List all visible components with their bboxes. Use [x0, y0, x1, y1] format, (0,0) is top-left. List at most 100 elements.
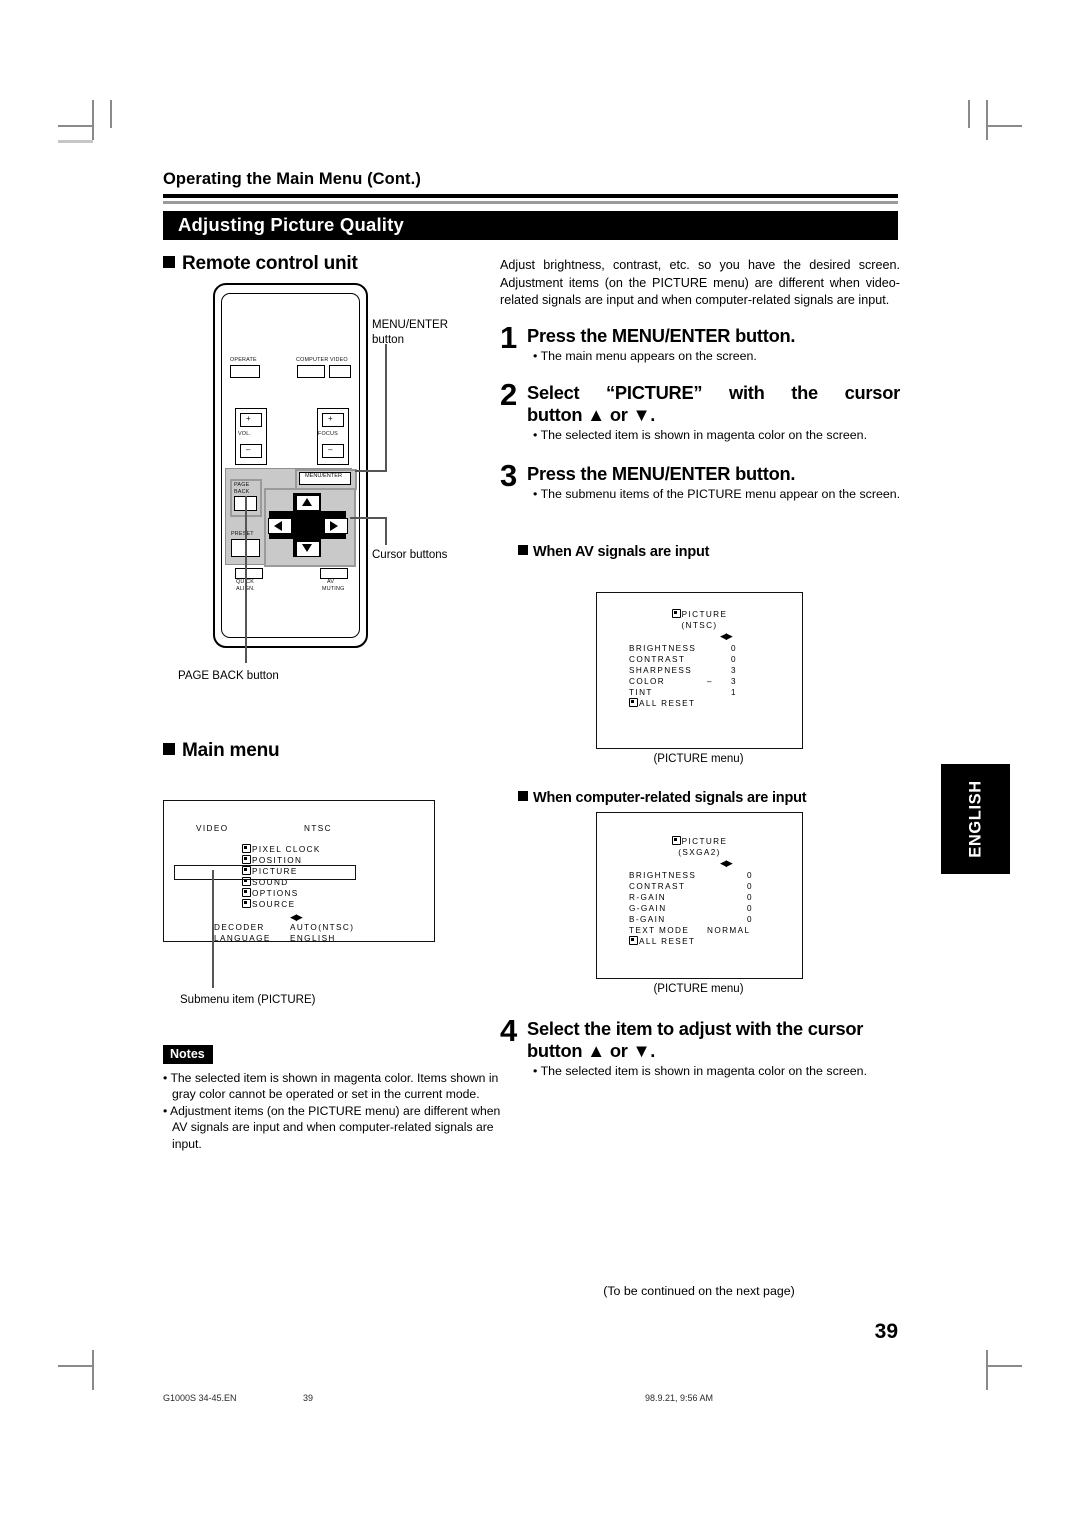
- computer-signals-heading: When computer-related signals are input: [518, 790, 807, 806]
- header-rule-thin: [163, 201, 898, 204]
- main-menu-setting-value[interactable]: AUTO(NTSC): [290, 922, 354, 933]
- av-osd-row[interactable]: BRIGHTNESS 0: [629, 643, 769, 654]
- pc-osd-row-label: CONTRAST: [629, 882, 686, 891]
- av-osd-row-label: TINT: [629, 688, 653, 697]
- pc-osd-all-reset[interactable]: ALL RESET: [629, 936, 779, 947]
- pc-osd-row[interactable]: TEXT MODE NORMAL: [629, 925, 779, 936]
- step-2: 2 Select “PICTURE” with the cursor butto…: [500, 379, 900, 443]
- callout-menu-enter-line2: button: [372, 333, 404, 346]
- av-osd-row[interactable]: TINT 1: [629, 687, 769, 698]
- button-quick-align[interactable]: [235, 568, 263, 579]
- notes-tag-label: Notes: [170, 1047, 205, 1061]
- av-osd-all-reset[interactable]: ALL RESET: [629, 698, 769, 709]
- av-osd-row-value: 1: [731, 688, 737, 697]
- submenu-icon: [671, 609, 681, 618]
- button-av-muting[interactable]: [320, 568, 348, 579]
- label-operate: OPERATE: [230, 357, 257, 363]
- button-focus-up[interactable]: [322, 413, 344, 427]
- language-side-tab-label: ENGLISH: [966, 780, 984, 858]
- pc-osd-caption: (PICTURE menu): [653, 983, 744, 995]
- square-bullet-icon: [163, 743, 175, 755]
- crop-mark-bl-v: [92, 1350, 94, 1390]
- callout-line-page-back-v: [245, 496, 247, 663]
- submenu-icon: [242, 888, 251, 897]
- label-av-muting-1: AV: [327, 579, 335, 585]
- button-volume-down[interactable]: [240, 444, 262, 458]
- pc-osd-row[interactable]: B-GAIN 0: [629, 914, 779, 925]
- crop-mark-tr-h: [987, 125, 1022, 127]
- av-osd-row-sign: –: [707, 677, 713, 686]
- submenu-icon: [629, 936, 638, 945]
- main-menu-item-label: POSITION: [252, 856, 303, 865]
- button-video[interactable]: [329, 365, 351, 378]
- step-3-number: 3: [500, 458, 518, 493]
- submenu-icon: [629, 698, 638, 707]
- av-osd-row-value: 0: [731, 644, 737, 653]
- cursor-right-icon: [330, 521, 338, 531]
- button-volume-up[interactable]: [240, 413, 262, 427]
- step-1-heading: Press the MENU/ENTER button.: [527, 325, 796, 346]
- callout-line-cursor-v: [385, 517, 387, 545]
- av-osd-row-label: SHARPNESS: [629, 666, 693, 675]
- av-osd-row-label: COLOR: [629, 677, 666, 686]
- step-4-heading-line1: Select the item to adjust with the curso…: [527, 1018, 864, 1039]
- crop-mark-br-h: [987, 1365, 1022, 1367]
- step-4-bullet: • The selected item is shown in magenta …: [533, 1064, 868, 1078]
- main-menu-setting-value[interactable]: ENGLISH: [290, 933, 336, 944]
- av-osd-row[interactable]: COLOR – 3: [629, 676, 769, 687]
- step-2-heading-line2: button ▲ or ▼.: [527, 404, 656, 425]
- main-menu-item[interactable]: PIXEL CLOCK: [242, 844, 321, 855]
- main-menu-item-label: OPTIONS: [252, 889, 299, 898]
- step-3-bullet-text: The submenu items of the PICTURE menu ap…: [540, 487, 901, 501]
- label-focus-minus: –: [328, 445, 333, 454]
- button-operate[interactable]: [230, 365, 260, 378]
- av-osd-signal: (NTSC): [681, 621, 718, 630]
- av-osd-row[interactable]: CONTRAST 0: [629, 654, 769, 665]
- av-osd-row-value: 0: [731, 655, 737, 664]
- av-osd-reset-label: ALL RESET: [629, 698, 695, 709]
- label-preset: PRESET: [231, 531, 254, 537]
- note-item-text: The selected item is shown in magenta co…: [170, 1071, 499, 1102]
- square-bullet-icon: [163, 256, 175, 268]
- print-footer-timestamp: 98.9.21, 9:56 AM: [645, 1393, 714, 1403]
- button-preset-left[interactable]: [231, 539, 246, 557]
- av-signals-heading: When AV signals are input: [518, 544, 709, 560]
- step-3-bullet: • The submenu items of the PICTURE menu …: [533, 487, 901, 501]
- pc-osd-row[interactable]: CONTRAST 0: [629, 881, 779, 892]
- main-menu-item[interactable]: SOURCE: [242, 899, 321, 910]
- callout-cursor-label: Cursor buttons: [372, 549, 448, 561]
- button-preset-right[interactable]: [245, 539, 260, 557]
- av-osd-row-value: 3: [731, 666, 737, 675]
- language-side-tab: ENGLISH: [941, 764, 1010, 874]
- callout-page-back-label: PAGE BACK button: [178, 670, 279, 682]
- pc-osd-row[interactable]: G-GAIN 0: [629, 903, 779, 914]
- label-av-muting-2: MUTING: [322, 586, 345, 592]
- pc-osd-row-label: TEXT MODE: [629, 926, 690, 935]
- pc-osd-row-value: 0: [747, 904, 753, 913]
- av-picture-osd-panel: PICTURE (NTSC) ◀▶ BRIGHTNESS 0 CONTRAST …: [596, 592, 803, 749]
- av-osd-row-label: CONTRAST: [629, 655, 686, 664]
- callout-menu-enter-label: MENU/ENTER button: [372, 318, 448, 347]
- step-4-bullet-text: The selected item is shown in magenta co…: [540, 1064, 868, 1078]
- pc-osd-title: PICTURE: [597, 836, 802, 847]
- av-osd-caption: (PICTURE menu): [653, 753, 744, 765]
- pc-osd-row[interactable]: BRIGHTNESS 0: [629, 870, 779, 881]
- main-menu-item[interactable]: OPTIONS: [242, 888, 321, 899]
- caption-submenu-item: Submenu item (PICTURE): [180, 994, 316, 1006]
- main-menu-setting-label: LANGUAGE: [214, 934, 271, 943]
- button-computer[interactable]: [297, 365, 325, 378]
- crop-mark-tl-h: [58, 125, 93, 127]
- av-osd-title: PICTURE: [597, 609, 802, 620]
- main-menu-selection-highlight: [174, 865, 356, 880]
- cursor-up-icon: [302, 498, 312, 506]
- label-page-back-1: PAGE: [234, 482, 250, 488]
- header-rule-thick: [163, 194, 898, 198]
- pc-osd-row-label: B-GAIN: [629, 915, 666, 924]
- crop-mark-tl-v2: [110, 100, 112, 128]
- note-item: • Adjustment items (on the PICTURE menu)…: [163, 1104, 501, 1151]
- pc-osd-row[interactable]: R-GAIN 0: [629, 892, 779, 903]
- av-osd-row[interactable]: SHARPNESS 3: [629, 665, 769, 676]
- av-osd-lr-arrow-icon: ◀▶: [720, 631, 733, 641]
- remote-control-illustration: OPERATE COMPUTER VIDEO + VOL. – + FOCUS …: [213, 283, 368, 648]
- button-focus-down[interactable]: [322, 444, 344, 458]
